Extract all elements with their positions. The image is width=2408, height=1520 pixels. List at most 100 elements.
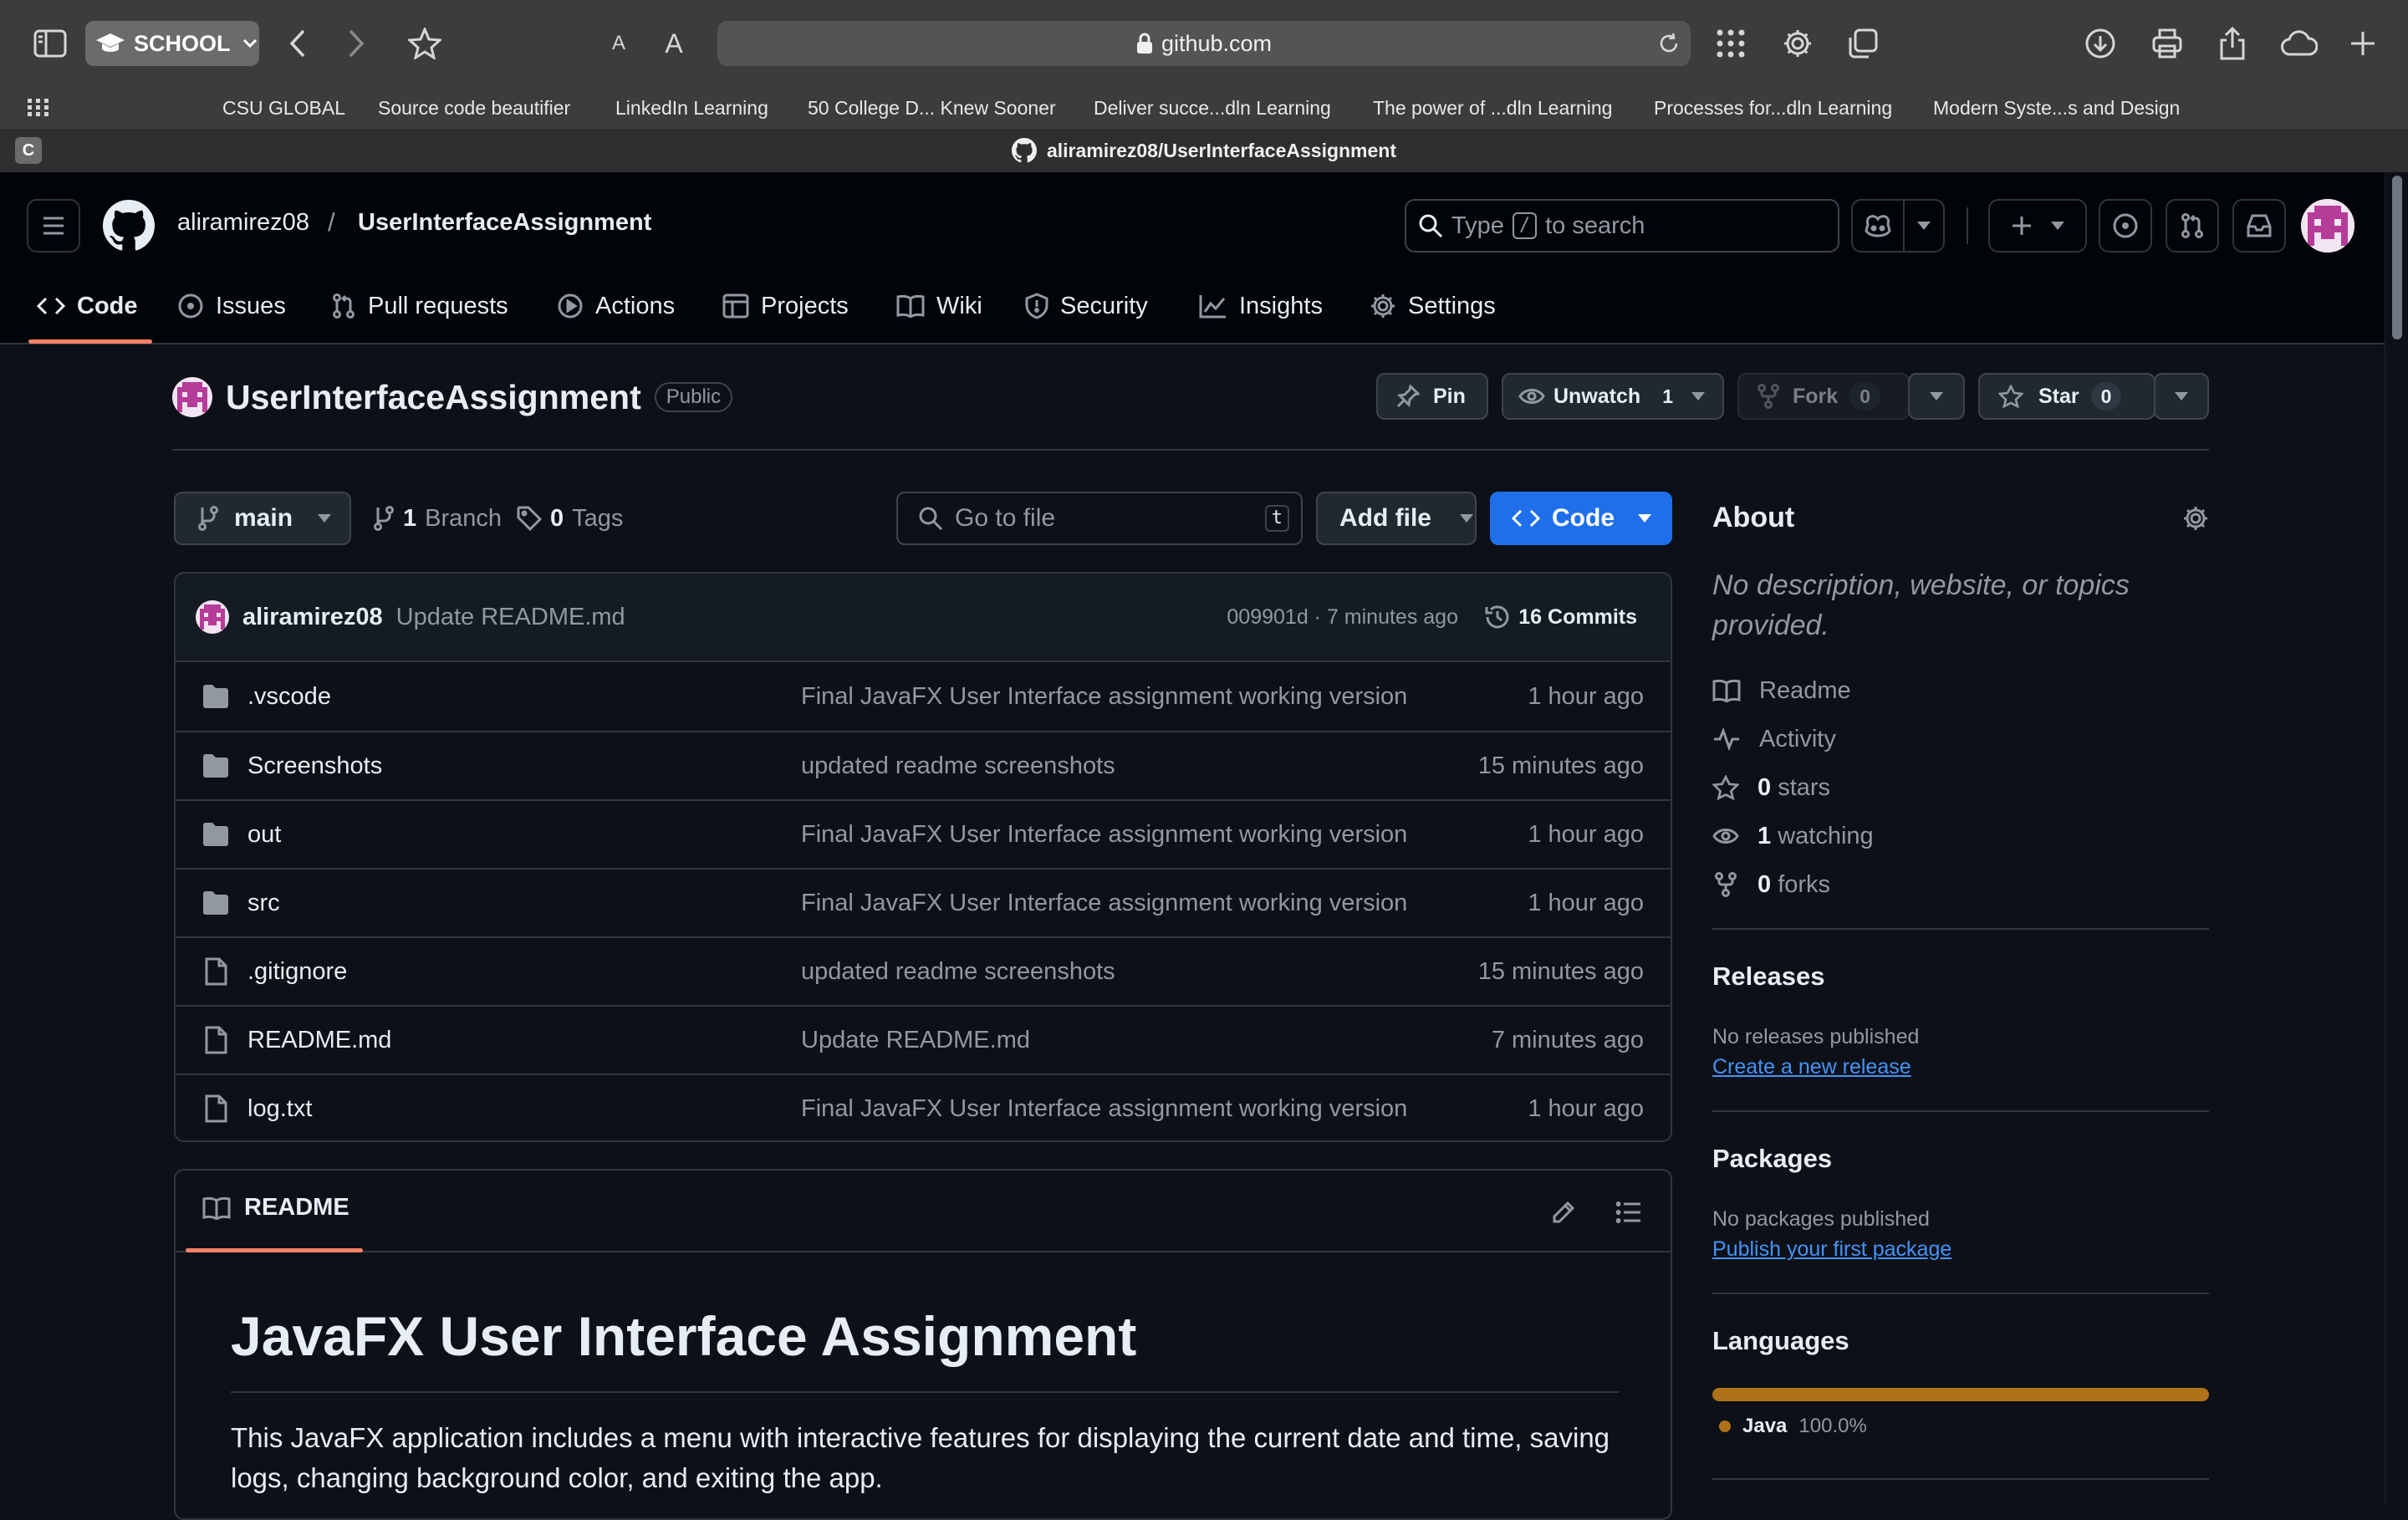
tab-actions[interactable]: Actions	[557, 284, 675, 328]
gear-icon[interactable]	[2179, 502, 2212, 535]
repo-title[interactable]: UserInterfaceAssignment	[226, 378, 641, 417]
tab-security[interactable]: Security	[1025, 284, 1148, 328]
star-bookmark-icon[interactable]	[403, 22, 446, 65]
outline-list-icon[interactable]	[1612, 1196, 1645, 1229]
releases-title[interactable]: Releases	[1712, 961, 1824, 992]
back-icon[interactable]	[276, 22, 319, 65]
inbox-header-button[interactable]	[2232, 199, 2286, 252]
packages-title[interactable]: Packages	[1712, 1144, 1832, 1174]
forward-icon[interactable]	[334, 22, 378, 65]
branch-select-button[interactable]: main	[174, 492, 351, 545]
scrollbar-thumb[interactable]	[2392, 176, 2402, 339]
bookmark-item[interactable]: 50 College D... Knew Sooner	[808, 87, 1056, 129]
file-name[interactable]: log.txt	[247, 1095, 312, 1123]
commit-author-avatar[interactable]	[196, 600, 229, 634]
issues-header-button[interactable]	[2099, 199, 2152, 252]
page-scrollbar[interactable]	[2385, 172, 2408, 1505]
file-name[interactable]: Screenshots	[247, 752, 382, 780]
commit-meta[interactable]: 009901d · 7 minutes ago	[1227, 605, 1458, 630]
file-commit-message[interactable]: Final JavaFX User Interface assignment w…	[801, 683, 1407, 711]
sidebar-toggle-icon[interactable]	[28, 22, 72, 65]
print-icon[interactable]	[2145, 22, 2189, 65]
file-commit-message[interactable]: Final JavaFX User Interface assignment w…	[801, 1095, 1407, 1123]
stars-link[interactable]: 0 stars	[1712, 771, 1830, 804]
font-size-large-button[interactable]: A	[652, 22, 696, 65]
tab-projects[interactable]: Projects	[722, 284, 849, 328]
file-name[interactable]: README.md	[247, 1027, 391, 1054]
bookmark-item[interactable]: LinkedIn Learning	[615, 87, 768, 129]
bookmark-item[interactable]: The power of ...dln Learning	[1373, 87, 1612, 129]
bookmark-item[interactable]: CSU GLOBAL	[222, 87, 345, 129]
fork-button[interactable]: Fork 0	[1737, 373, 1910, 420]
file-row[interactable]: .vscode Final JavaFX User Interface assig…	[176, 662, 1671, 731]
bookmarks-grid-icon[interactable]	[22, 87, 55, 129]
file-commit-message[interactable]: Final JavaFX User Interface assignment w…	[801, 821, 1407, 849]
commit-message[interactable]: Update README.md	[396, 604, 625, 631]
file-row[interactable]: .gitignore updated readme screenshots 15 m…	[176, 936, 1671, 1005]
profile-switcher[interactable]: SCHOOL	[85, 21, 259, 66]
publish-package-link[interactable]: Publish your first package	[1712, 1237, 1951, 1262]
pull-requests-header-button[interactable]	[2166, 199, 2219, 252]
file-row[interactable]: log.txt Final JavaFX User Interface assig…	[176, 1074, 1671, 1140]
pin-button[interactable]: Pin	[1376, 373, 1488, 420]
file-commit-message[interactable]: Final JavaFX User Interface assignment w…	[801, 890, 1407, 917]
star-button[interactable]: Star 0	[1978, 373, 2155, 420]
tab-pull-requests[interactable]: Pull requests	[331, 284, 508, 328]
tab-settings[interactable]: Settings	[1370, 284, 1496, 328]
reload-icon[interactable]	[1656, 30, 1682, 57]
file-name[interactable]: .vscode	[247, 683, 331, 711]
search-input[interactable]: Type / to search	[1405, 199, 1839, 252]
bookmark-item[interactable]: Modern Syste...s and Design	[1933, 87, 2180, 129]
commits-link[interactable]: 16 Commits	[1483, 604, 1637, 630]
repo-link[interactable]: UserInterfaceAssignment	[358, 209, 651, 237]
readme-link[interactable]: Readme	[1712, 674, 1851, 707]
hamburger-menu-button[interactable]	[27, 199, 80, 252]
file-row[interactable]: README.md Update README.md 7 minutes ago	[176, 1005, 1671, 1074]
icloud-icon[interactable]	[2278, 22, 2321, 65]
bookmark-item[interactable]: Deliver succe...dln Learning	[1094, 87, 1331, 129]
copilot-dropdown-button[interactable]	[1903, 199, 1945, 252]
downloads-icon[interactable]	[2079, 22, 2122, 65]
file-commit-message[interactable]: updated readme screenshots	[801, 752, 1115, 780]
file-name[interactable]: src	[247, 890, 280, 917]
bookmark-item[interactable]: Source code beautifier	[378, 87, 570, 129]
tab-code[interactable]: Code	[37, 284, 138, 328]
activity-link[interactable]: Activity	[1712, 722, 1836, 756]
star-dropdown-button[interactable]	[2154, 373, 2209, 420]
file-row[interactable]: Screenshots updated readme screenshots 15 …	[176, 731, 1671, 799]
font-size-small-button[interactable]: A	[597, 22, 640, 65]
create-new-button[interactable]	[1988, 199, 2087, 252]
forks-link[interactable]: 0 forks	[1712, 868, 1830, 901]
file-name[interactable]: .gitignore	[247, 958, 347, 986]
extension-gear-icon[interactable]	[1776, 22, 1819, 65]
tags-link[interactable]: 0 Tags	[517, 500, 623, 537]
apps-grid-icon[interactable]	[1709, 22, 1752, 65]
share-icon[interactable]	[2211, 22, 2254, 65]
commit-author[interactable]: aliramirez08	[242, 604, 383, 631]
tab-insights[interactable]: Insights	[1199, 284, 1323, 328]
bookmark-item[interactable]: Processes for...dln Learning	[1654, 87, 1892, 129]
address-bar[interactable]: github.com	[717, 21, 1691, 66]
tab-wiki[interactable]: Wiki	[896, 284, 982, 328]
file-commit-message[interactable]: Update README.md	[801, 1027, 1030, 1054]
file-commit-message[interactable]: updated readme screenshots	[801, 958, 1115, 986]
avatar[interactable]	[2301, 199, 2354, 252]
fork-dropdown-button[interactable]	[1908, 373, 1965, 420]
add-file-button[interactable]: Add file	[1316, 492, 1477, 545]
create-release-link[interactable]: Create a new release	[1712, 1055, 1911, 1079]
owner-link[interactable]: aliramirez08	[177, 209, 309, 237]
tab-issues[interactable]: Issues	[177, 284, 286, 328]
branches-link[interactable]: 1 Branch	[373, 500, 502, 537]
watching-link[interactable]: 1 watching	[1712, 819, 1874, 853]
language-legend-java[interactable]: Java 100.0%	[1719, 1415, 1867, 1438]
github-logo-icon[interactable]	[102, 199, 156, 252]
extension-tabs-icon[interactable]	[1841, 22, 1885, 65]
unwatch-button[interactable]: Unwatch 1	[1502, 373, 1724, 420]
file-name[interactable]: out	[247, 821, 281, 849]
file-row[interactable]: src Final JavaFX User Interface assignmen…	[176, 868, 1671, 936]
pencil-icon[interactable]	[1547, 1196, 1580, 1229]
readme-tab[interactable]: README	[202, 1194, 349, 1222]
new-tab-icon[interactable]	[2341, 22, 2385, 65]
file-row[interactable]: out Final JavaFX User Interface assignmen…	[176, 799, 1671, 868]
code-button[interactable]: Code	[1490, 492, 1672, 545]
